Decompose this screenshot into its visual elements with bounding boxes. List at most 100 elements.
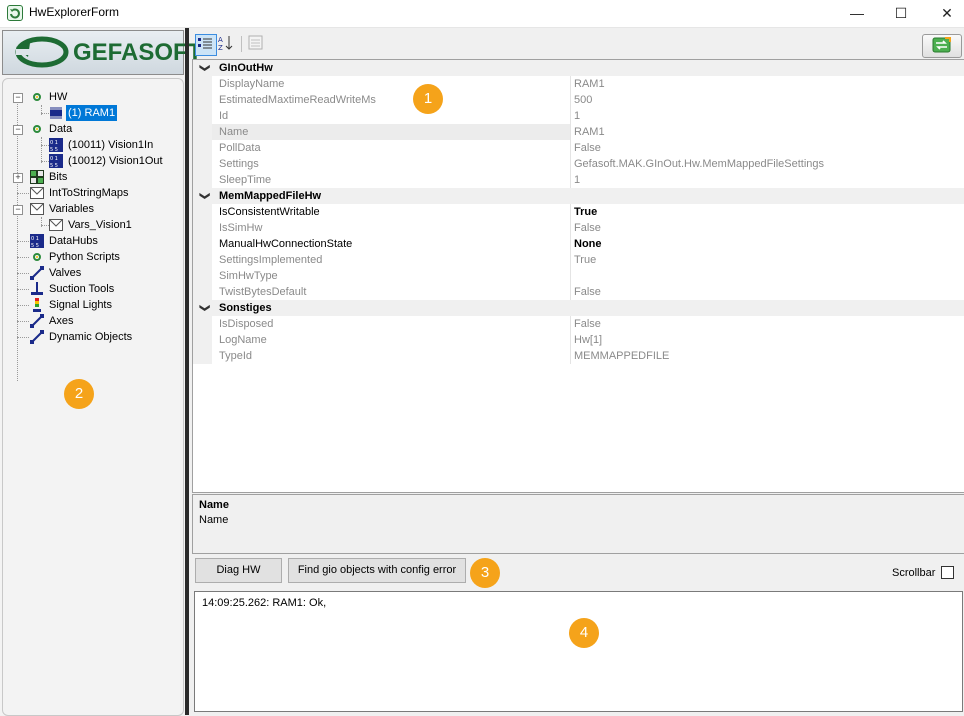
description-text: Name: [199, 514, 229, 526]
marker-3: 3: [470, 558, 500, 588]
app-icon: [7, 5, 23, 21]
property-value[interactable]: True: [574, 204, 597, 220]
minimize-button[interactable]: —: [834, 0, 880, 27]
property-row[interactable]: SimHwType: [193, 268, 964, 284]
property-value[interactable]: RAM1: [574, 76, 605, 92]
python-gear-icon: [33, 253, 41, 261]
envelope-icon: [30, 203, 44, 215]
property-value[interactable]: 500: [574, 92, 592, 108]
collapse-icon[interactable]: −: [13, 93, 23, 103]
tree-label-variables: Variables: [49, 203, 95, 215]
find-gio-objects-button[interactable]: Find gio objects with config error: [288, 558, 466, 583]
property-row[interactable]: IsDisposed False: [193, 316, 964, 332]
chevron-down-icon[interactable]: ❯: [196, 304, 212, 312]
property-row[interactable]: SettingsImplemented True: [193, 252, 964, 268]
property-value[interactable]: RAM1: [574, 124, 605, 140]
property-row[interactable]: TypeId MEMMAPPEDFILE: [193, 348, 964, 364]
tree-item-datahubs[interactable]: 0 15 5 DataHubs: [3, 233, 181, 249]
categorized-button[interactable]: [195, 34, 217, 56]
splitter[interactable]: [185, 28, 189, 715]
property-value[interactable]: False: [574, 316, 601, 332]
svg-text:0 1: 0 1: [31, 236, 39, 242]
property-row[interactable]: Id 1: [193, 108, 964, 124]
property-value[interactable]: False: [574, 140, 601, 156]
close-button[interactable]: ✕: [924, 0, 964, 27]
tree-item-python-scripts[interactable]: Python Scripts: [3, 249, 181, 265]
tree-item-axes[interactable]: Axes: [3, 313, 181, 329]
tree-item-valves[interactable]: Valves: [3, 265, 181, 281]
property-value[interactable]: True: [574, 252, 596, 268]
diag-hw-button[interactable]: Diag HW: [195, 558, 282, 583]
data-block-icon: 0 15 5: [49, 154, 63, 168]
property-value[interactable]: 1: [574, 172, 580, 188]
logo-arrow-icon: [15, 36, 69, 68]
property-row[interactable]: IsSimHw False: [193, 220, 964, 236]
collapse-icon[interactable]: −: [13, 125, 23, 135]
tree-item-inttostringmaps[interactable]: IntToStringMaps: [3, 185, 181, 201]
chevron-down-icon[interactable]: ❯: [196, 192, 212, 200]
tree-label-vision1out: (10012) Vision1Out: [68, 155, 163, 167]
property-row[interactable]: ManualHwConnectionState None: [193, 236, 964, 252]
dynamic-object-icon: [30, 330, 44, 344]
tree-item-vision1out[interactable]: 0 15 5 (10012) Vision1Out: [3, 153, 181, 169]
tree-item-dynamic-objects[interactable]: Dynamic Objects: [3, 329, 181, 345]
alphabetical-button[interactable]: AZ: [217, 34, 237, 54]
property-name: IsSimHw: [219, 222, 263, 234]
property-row[interactable]: DisplayName RAM1: [193, 76, 964, 92]
property-value[interactable]: Gefasoft.MAK.GInOut.Hw.MemMappedFileSett…: [574, 156, 824, 172]
tree-item-vars-vision1[interactable]: Vars_Vision1: [3, 217, 181, 233]
marker-4: 4: [569, 618, 599, 648]
log-line: 14:09:25.262: RAM1: Ok,: [202, 597, 327, 609]
property-row[interactable]: TwistBytesDefault False: [193, 284, 964, 300]
property-value[interactable]: False: [574, 220, 601, 236]
property-row[interactable]: SleepTime 1: [193, 172, 964, 188]
svg-text:Z: Z: [218, 44, 223, 52]
maximize-button[interactable]: ☐: [878, 0, 924, 27]
collapse-icon[interactable]: −: [13, 205, 23, 215]
svg-text:5 5: 5 5: [31, 243, 39, 248]
logo-banner: GEFASOFT: [2, 30, 202, 75]
property-row[interactable]: PollData False: [193, 140, 964, 156]
axis-icon: [30, 314, 44, 328]
tree-item-signal-lights[interactable]: Signal Lights: [3, 297, 181, 313]
expand-icon[interactable]: +: [13, 173, 23, 183]
property-value[interactable]: Hw[1]: [574, 332, 602, 348]
tree-item-vision1in[interactable]: 0 15 5 (10011) Vision1In: [3, 137, 181, 153]
property-value[interactable]: None: [574, 236, 602, 252]
chevron-down-icon[interactable]: ❯: [196, 64, 212, 72]
property-row[interactable]: Settings Gefasoft.MAK.GInOut.Hw.MemMapped…: [193, 156, 964, 172]
tree-item-variables[interactable]: − Variables: [3, 201, 181, 217]
property-row-selected[interactable]: Name RAM1: [193, 124, 964, 140]
logo-text: GEFASOFT: [73, 39, 203, 66]
property-grid[interactable]: ❯ GInOutHw DisplayName RAM1 EstimatedMaxt…: [192, 59, 964, 493]
refresh-button[interactable]: [922, 34, 962, 58]
property-pages-button[interactable]: [247, 34, 267, 54]
window-title: HwExplorerForm: [29, 5, 120, 19]
scrollbar-checkbox[interactable]: [941, 566, 954, 579]
data-block-icon: 0 15 5: [49, 138, 63, 152]
property-row[interactable]: IsConsistentWritable True: [193, 204, 964, 220]
property-name: TypeId: [219, 350, 253, 362]
property-row[interactable]: EstimatedMaxtimeReadWriteMs 500: [193, 92, 964, 108]
property-value[interactable]: 1: [574, 108, 580, 124]
property-row[interactable]: LogName Hw[1]: [193, 332, 964, 348]
python-gear-icon: [33, 125, 41, 133]
svg-text:0 1: 0 1: [50, 156, 58, 162]
tree-label-dynamic-objects: Dynamic Objects: [49, 331, 133, 343]
tree-item-suction-tools[interactable]: Suction Tools: [3, 281, 181, 297]
property-name: SleepTime: [219, 174, 272, 186]
property-name: TwistBytesDefault: [219, 286, 307, 298]
log-output[interactable]: 14:09:25.262: RAM1: Ok,: [194, 591, 963, 712]
data-block-icon: 0 15 5: [30, 234, 44, 248]
category-ginouthw[interactable]: ❯ GInOutHw: [193, 60, 964, 76]
property-value[interactable]: False: [574, 284, 601, 300]
property-value[interactable]: MEMMAPPEDFILE: [574, 348, 669, 364]
category-memmappedfilehw[interactable]: ❯ MemMappedFileHw: [193, 188, 964, 204]
tree-item-data[interactable]: − Data: [3, 121, 181, 137]
category-sonstiges[interactable]: ❯ Sonstiges: [193, 300, 964, 316]
scrollbar-label: Scrollbar: [892, 567, 936, 579]
tree-item-hw[interactable]: − HW: [3, 89, 181, 105]
tree-item-ram1[interactable]: (1) RAM1: [3, 105, 181, 121]
property-name: IsDisposed: [219, 318, 274, 330]
tree-item-bits[interactable]: + Bits: [3, 169, 181, 185]
